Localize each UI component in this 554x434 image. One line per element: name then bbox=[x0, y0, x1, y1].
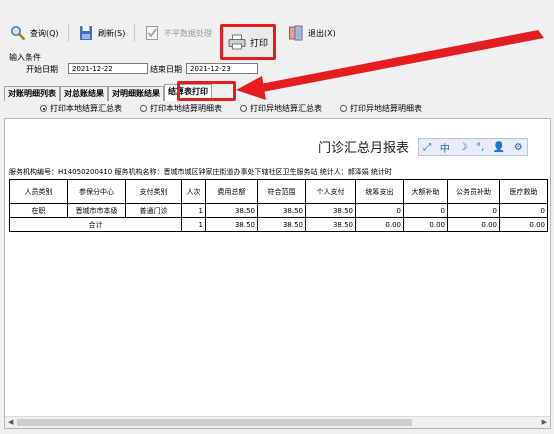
table-cell: 38.50 bbox=[257, 217, 306, 232]
column-header: 公务员补助 bbox=[447, 179, 500, 204]
print-option-group: 打印本地结算汇总表 打印本地结算明细表 打印异地结算汇总表 打印异地结算明细表 bbox=[40, 103, 422, 114]
filter-group: 输入条件 开始日期 2021-12-22 结束日期 2021-12-23 bbox=[4, 52, 550, 82]
column-header: 支付类别 bbox=[125, 179, 182, 204]
toolbar: 查询(Q) 刷新(S) 不平数据处理 打印 退出(X) bbox=[0, 14, 554, 60]
table-cell: 38.50 bbox=[305, 217, 356, 232]
column-header: 人次 bbox=[181, 179, 206, 204]
chinese-mode-icon[interactable]: 中 bbox=[440, 140, 450, 155]
table-cell: 0 bbox=[499, 203, 548, 218]
save-icon bbox=[80, 26, 92, 40]
end-date-label: 结束日期 bbox=[150, 65, 182, 74]
toolbar-separator bbox=[68, 24, 69, 42]
radio-dot[interactable] bbox=[240, 105, 247, 112]
scroll-right-icon[interactable]: ▶ bbox=[542, 418, 547, 426]
gear-icon[interactable]: ⚙ bbox=[514, 142, 523, 153]
exit-door-icon bbox=[289, 25, 303, 41]
table-cell: 在职 bbox=[9, 203, 68, 218]
printer-icon bbox=[228, 34, 246, 50]
table-cell: 1 bbox=[181, 217, 206, 232]
column-header: 统筹支出 bbox=[355, 179, 404, 204]
table-row: 在职 晋城市市本级 普通门诊 1 38.50 38.50 38.50 0 0 0… bbox=[9, 203, 548, 218]
user-icon[interactable]: 👤 bbox=[493, 142, 505, 153]
table-header-row: 人员类别 参保分中心 支付类别 人次 费用总额 符合范围 个人支付 统筹支出 大… bbox=[9, 179, 548, 204]
total-label: 合计 bbox=[9, 217, 182, 232]
radio-local-detail[interactable]: 打印本地结算明细表 bbox=[140, 103, 222, 114]
column-header: 参保分中心 bbox=[67, 179, 126, 204]
radio-local-summary[interactable]: 打印本地结算汇总表 bbox=[40, 103, 122, 114]
scrollbar-thumb[interactable] bbox=[17, 419, 412, 426]
tab-general-ledger[interactable]: 对总账结果 bbox=[60, 86, 108, 101]
settlement-tab-highlight bbox=[177, 81, 236, 101]
filter-group-title: 输入条件 bbox=[9, 53, 41, 62]
abnormal-data-button[interactable]: 不平数据处理 bbox=[144, 22, 212, 44]
moon-icon[interactable]: ☽ bbox=[458, 142, 467, 153]
radio-label: 打印异地结算汇总表 bbox=[250, 104, 322, 113]
column-header: 符合范围 bbox=[257, 179, 306, 204]
tab-detail-ledger[interactable]: 对明细账结果 bbox=[108, 86, 164, 101]
table-cell: 0.00 bbox=[403, 217, 448, 232]
table-cell: 1 bbox=[181, 203, 206, 218]
table-cell: 38.50 bbox=[205, 203, 258, 218]
report-table: 人员类别 参保分中心 支付类别 人次 费用总额 符合范围 个人支付 统筹支出 大… bbox=[9, 179, 548, 232]
magnifier-icon bbox=[11, 26, 26, 41]
table-cell: 0.00 bbox=[447, 217, 500, 232]
radio-dot[interactable] bbox=[340, 105, 347, 112]
column-header: 个人支付 bbox=[305, 179, 356, 204]
radio-remote-detail[interactable]: 打印异地结算明细表 bbox=[340, 103, 422, 114]
report-info-line: 服务机构编号：H14050200410 服务机构名称：晋城市城区钟家庄街道办事处… bbox=[9, 168, 392, 176]
column-header: 费用总额 bbox=[205, 179, 258, 204]
exit-button[interactable]: 退出(X) bbox=[288, 22, 336, 44]
query-button[interactable]: 查询(Q) bbox=[10, 22, 59, 44]
ime-toolbar[interactable]: ⤢ 中 ☽ °, 👤 ⚙ bbox=[418, 138, 528, 156]
table-cell: 38.50 bbox=[205, 217, 258, 232]
refresh-button[interactable]: 刷新(S) bbox=[78, 22, 125, 44]
radio-dot[interactable] bbox=[140, 105, 147, 112]
start-date-field[interactable]: 2021-12-22 bbox=[68, 63, 148, 74]
table-cell: 38.50 bbox=[305, 203, 356, 218]
refresh-label: 刷新(S) bbox=[98, 28, 126, 38]
table-cell: 0 bbox=[355, 203, 404, 218]
exit-label: 退出(X) bbox=[308, 28, 336, 38]
toolbar-separator bbox=[134, 24, 135, 42]
report-preview: 门诊汇总月报表 ⤢ 中 ☽ °, 👤 ⚙ 服务机构编号：H14050200410… bbox=[4, 118, 551, 429]
checklist-icon bbox=[146, 26, 158, 40]
abnormal-data-label: 不平数据处理 bbox=[164, 28, 212, 38]
expand-icon[interactable]: ⤢ bbox=[423, 142, 431, 153]
table-cell: 晋城市市本级 bbox=[67, 203, 126, 218]
horizontal-scrollbar[interactable]: ◀ ▶ bbox=[5, 416, 550, 428]
start-date-label: 开始日期 bbox=[26, 65, 58, 74]
tab-reconcile-list[interactable]: 对账明细列表 bbox=[4, 86, 60, 101]
table-cell: 0 bbox=[403, 203, 448, 218]
table-cell: 0 bbox=[447, 203, 500, 218]
column-header: 医疗救助 bbox=[499, 179, 548, 204]
table-cell: 38.50 bbox=[257, 203, 306, 218]
table-cell: 0.00 bbox=[355, 217, 404, 232]
radio-remote-summary[interactable]: 打印异地结算汇总表 bbox=[240, 103, 322, 114]
table-cell: 0.00 bbox=[499, 217, 548, 232]
column-header: 人员类别 bbox=[9, 179, 68, 204]
radio-label: 打印本地结算明细表 bbox=[150, 104, 222, 113]
column-header: 大额补助 bbox=[403, 179, 448, 204]
radio-label: 打印本地结算汇总表 bbox=[50, 104, 122, 113]
radio-label: 打印异地结算明细表 bbox=[350, 104, 422, 113]
end-date-field[interactable]: 2021-12-23 bbox=[186, 63, 258, 74]
radio-dot[interactable] bbox=[40, 105, 47, 112]
table-total-row: 合计 1 38.50 38.50 38.50 0.00 0.00 0.00 0.… bbox=[9, 217, 548, 232]
app-window: 查询(Q) 刷新(S) 不平数据处理 打印 退出(X) 输入条件 开始日期 20… bbox=[0, 0, 554, 434]
table-cell: 普通门诊 bbox=[125, 203, 182, 218]
query-label: 查询(Q) bbox=[30, 28, 59, 38]
punctuation-icon[interactable]: °, bbox=[476, 142, 484, 153]
report-title: 门诊汇总月报表 bbox=[318, 141, 410, 156]
scroll-left-icon[interactable]: ◀ bbox=[8, 418, 13, 426]
print-label: 打印 bbox=[249, 38, 268, 49]
